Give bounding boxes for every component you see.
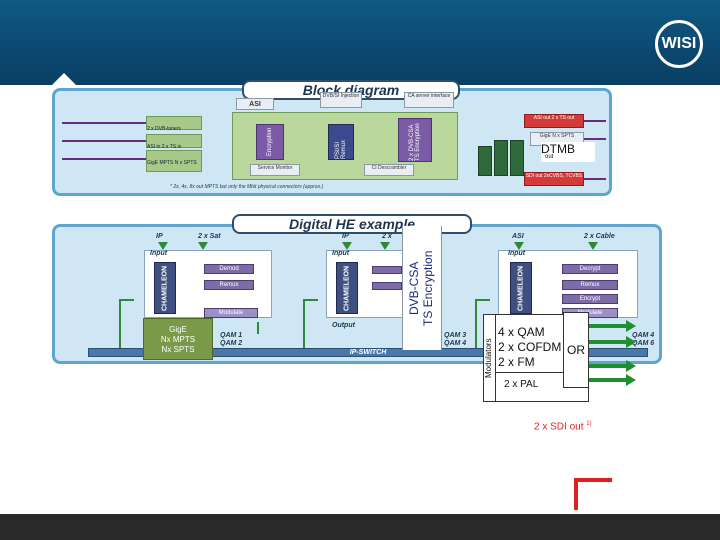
header-bar <box>0 0 720 85</box>
input-line-1 <box>62 122 146 124</box>
col2-arrow-2 <box>380 242 390 250</box>
gige-callout: GigE Nx MPTS Nx SPTS <box>143 318 213 360</box>
input-line-3 <box>62 158 146 160</box>
col3-input-label: Input <box>508 250 526 257</box>
input-line-2 <box>62 140 146 142</box>
block-diagram-footnote: * 2x, 4x, 8x out MPTS but only the Mbit … <box>170 184 324 190</box>
or-box: OR <box>563 312 589 388</box>
header-notch <box>50 73 78 87</box>
col1-step-modulate: Modulate <box>204 308 258 318</box>
modulators-label: Modulators <box>484 338 493 378</box>
or-label: OR <box>567 343 585 357</box>
col2-step-1 <box>372 266 402 274</box>
col3-top-asi: ASI <box>512 233 524 240</box>
gige-line-1: GigE <box>169 325 187 334</box>
qam-right-2: QAM 6 <box>632 340 655 347</box>
dvb-csa-text: DVB-CSA TS Encryption <box>407 230 439 346</box>
col3-step-decrypt: Decrypt <box>562 264 618 274</box>
col2-chameleon: CHAMELEON <box>336 262 358 314</box>
col1-top-ip: IP <box>156 233 163 240</box>
ci-descrambler-block: CI Descrambler <box>364 164 414 176</box>
col2-top-ip: IP <box>342 233 349 240</box>
gige-line-2: Nx MPTS <box>160 335 196 344</box>
top-label-ca: CA server interface <box>404 92 454 108</box>
qam-mid-2: QAM 4 <box>444 340 467 347</box>
modulators-divider <box>495 315 496 401</box>
output-line-2 <box>584 138 606 140</box>
gige-line-3: Nx SPTS <box>161 345 195 354</box>
sdi-out-footnote: 1) <box>586 421 592 427</box>
mod-block-1 <box>478 146 492 176</box>
pal-label: 2 x PAL <box>504 379 539 390</box>
mod-block-2 <box>494 140 508 176</box>
col3-arrow-1 <box>514 242 524 250</box>
qam-left-1: QAM 1 <box>220 332 243 339</box>
top-label-dvbsi: DVB/SI Injection <box>320 92 362 108</box>
mod-line-qam: 4 x QAM <box>498 325 545 339</box>
qam-right-1: QAM 4 <box>632 332 655 339</box>
output-sdi: SDI out 2xCVBS, TCVBS <box>524 172 584 186</box>
col3-step-encrypt: Encrypt <box>562 294 618 304</box>
col1-arrow-1 <box>158 242 168 250</box>
col1-step-demod: Demod <box>204 264 254 274</box>
mod-line-cofdm: 2 x COFDM <box>498 340 562 354</box>
qam-left-2: QAM 2 <box>220 340 243 347</box>
top-label-asi: ASI <box>236 98 274 110</box>
dvb-csa-line-1: DVB-CSA <box>407 261 421 315</box>
input-gige: GigE MPTS N x SPTS <box>146 150 202 172</box>
dvb-csa-callout: DVB-CSA TS Encryption <box>402 226 442 350</box>
encryption-block: Encryption <box>256 124 284 160</box>
col1-chameleon: CHAMELEON <box>154 262 176 314</box>
output-line-1 <box>584 120 606 122</box>
output-asi: ASI out 2 x TS out <box>524 114 584 128</box>
input-asi: ASI in 2 x TS in <box>146 134 202 150</box>
col3-arrow-2 <box>588 242 598 250</box>
col3-chameleon: CHAMELEON <box>510 262 532 314</box>
sdi-out-text: 2 x SDI out <box>534 421 584 433</box>
col2-top-2x: 2 x <box>382 233 392 240</box>
col2-input-label: Input <box>332 250 350 257</box>
psi-remux-block: PSI/SI Remux <box>328 124 354 160</box>
col2-output-label: Output <box>332 322 355 329</box>
dtmb-callout: DTMB out <box>541 142 595 162</box>
col2-arrow-1 <box>342 242 352 250</box>
col3-top-cable: 2 x Cable <box>584 233 615 240</box>
col2-step-2 <box>372 282 402 290</box>
col1-step-remux: Remux <box>204 280 254 290</box>
col1-input-label: Input <box>150 250 168 257</box>
dvb-csa-line-2: TS Encryption <box>421 250 435 326</box>
input-tuners-label: 2 x DVB-tuners <box>147 126 181 132</box>
sdi-out-label: 2 x SDI out 1) <box>534 421 592 432</box>
mod-line-fm: 2 x FM <box>498 355 535 369</box>
service-monitor-block: Service Monitor <box>250 164 300 176</box>
footer-bar <box>0 514 720 540</box>
input-tuners: 2 x DVB-tuners <box>146 116 202 132</box>
mod-block-3 <box>510 140 524 176</box>
dtmb-sub-label: out <box>545 154 554 160</box>
col3-step-remux: Remux <box>562 280 618 290</box>
csa-block: 2 x DVB-CSA TS Encryption <box>398 118 432 162</box>
wisi-logo: WISI <box>655 20 703 68</box>
qam-mid-1: QAM 3 <box>444 332 467 339</box>
col1-top-sat: 2 x Sat <box>198 233 221 240</box>
output-line-3 <box>584 178 606 180</box>
input-gige-label: GigE MPTS N x SPTS <box>147 160 197 166</box>
col1-arrow-2 <box>198 242 208 250</box>
